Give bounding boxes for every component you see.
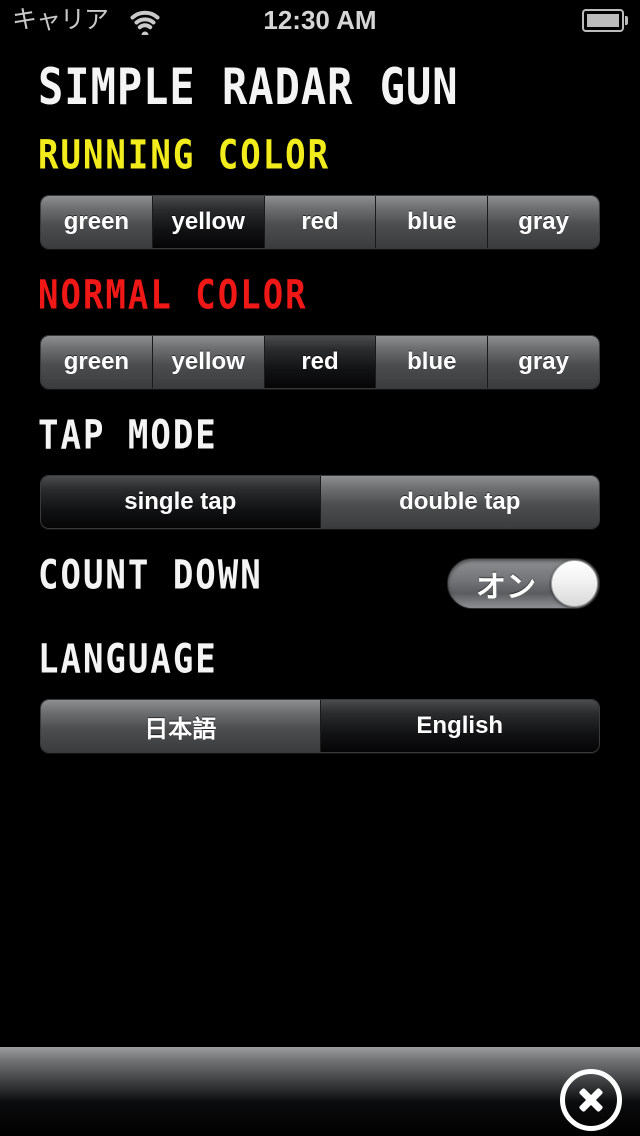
language-segmented-control[interactable]: 日本語 English [40, 699, 600, 753]
toggle-knob[interactable] [551, 560, 598, 607]
normal-color-heading: NORMAL COLOR [38, 272, 308, 320]
close-x-glyph [576, 1085, 606, 1115]
status-bar: キャリア 12:30 AM [0, 0, 640, 40]
battery-fill [587, 14, 619, 27]
segment-normal-blue[interactable]: blue [376, 336, 489, 388]
clock-label: 12:30 AM [263, 5, 377, 35]
segment-japanese[interactable]: 日本語 [41, 700, 321, 752]
language-heading: LANGUAGE [38, 636, 218, 684]
segment-single-tap[interactable]: single tap [41, 476, 321, 528]
running-color-heading: RUNNING COLOR [38, 132, 331, 180]
segment-running-yellow[interactable]: yellow [152, 196, 265, 248]
segment-normal-yellow[interactable]: yellow [152, 336, 265, 388]
app-screen: キャリア 12:30 AM SIMPLE RADAR GUN RUNNING C… [0, 0, 640, 1136]
segment-double-tap[interactable]: double tap [320, 476, 599, 528]
close-icon[interactable] [560, 1069, 622, 1131]
segment-running-green[interactable]: green [41, 196, 153, 248]
segment-normal-red[interactable]: red [264, 336, 377, 388]
segment-running-red[interactable]: red [264, 196, 377, 248]
bottom-toolbar [0, 1047, 640, 1136]
segment-running-blue[interactable]: blue [376, 196, 489, 248]
battery-body [582, 9, 624, 32]
segment-normal-green[interactable]: green [41, 336, 153, 388]
battery-cap [625, 16, 628, 25]
segment-english[interactable]: English [320, 700, 599, 752]
segment-running-gray[interactable]: gray [488, 196, 599, 248]
normal-color-segmented-control[interactable]: green yellow red blue gray [40, 335, 600, 389]
count-down-toggle[interactable]: オン [447, 558, 600, 609]
page-title: SIMPLE RADAR GUN [38, 58, 459, 116]
segment-normal-gray[interactable]: gray [488, 336, 599, 388]
tap-mode-segmented-control[interactable]: single tap double tap [40, 475, 600, 529]
toggle-state-label: オン [476, 569, 536, 605]
count-down-heading: COUNT DOWN [38, 552, 263, 600]
running-color-segmented-control[interactable]: green yellow red blue gray [40, 195, 600, 249]
tap-mode-heading: TAP MODE [38, 412, 218, 460]
battery-icon [582, 9, 628, 32]
